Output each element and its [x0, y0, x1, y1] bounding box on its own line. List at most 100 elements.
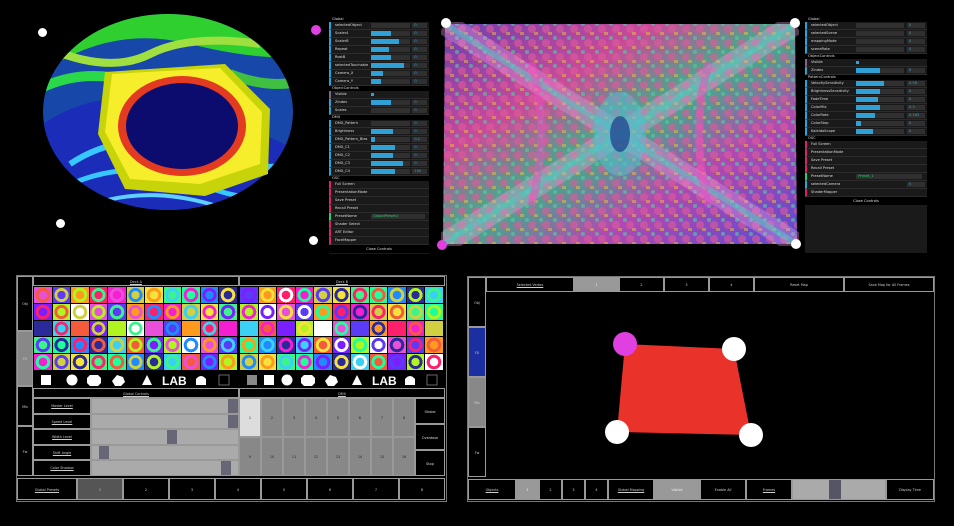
gui-number-field[interactable]: 0 [412, 63, 427, 68]
gui-number-field[interactable]: 0 [412, 145, 427, 150]
gui-row[interactable]: BrightnessSensitivity 0 [805, 88, 927, 96]
pattern-thumbnail[interactable] [52, 354, 71, 370]
gui-slider[interactable] [371, 100, 411, 105]
object-button-2[interactable]: 2 [539, 479, 562, 500]
pattern-thumbnail[interactable] [388, 354, 406, 370]
gui-number-field[interactable]: 0 [412, 31, 427, 36]
gui-row[interactable]: DMX_Pattern 0 [329, 120, 429, 128]
gui-row[interactable]: selectedObject 0 [805, 22, 927, 30]
pattern-thumbnail[interactable] [369, 303, 388, 320]
gui-row[interactable]: Full Screen [805, 141, 927, 149]
pattern-thumbnail[interactable] [277, 320, 295, 337]
pattern-thumbnail[interactable] [89, 303, 108, 320]
corner-handle[interactable] [441, 18, 451, 28]
quad-map[interactable] [486, 292, 934, 477]
pattern-thumbnail[interactable] [89, 354, 108, 370]
gui-row[interactable]: PresetName Preset_1 [805, 173, 927, 181]
pattern-thumbnail[interactable] [34, 337, 52, 354]
preset-button[interactable]: 6 [307, 478, 353, 500]
gui-checkbox[interactable] [371, 93, 375, 96]
pattern-thumbnail[interactable] [126, 287, 145, 303]
pattern-thumbnail[interactable] [388, 337, 406, 354]
object-button-3[interactable]: 3 [562, 479, 585, 500]
gui-row[interactable]: Visible [329, 91, 429, 99]
gui-number-field[interactable]: 0 [412, 108, 427, 113]
gui-slider[interactable] [371, 31, 411, 36]
pattern-thumbnail[interactable] [314, 354, 332, 370]
pattern-thumbnail[interactable] [314, 320, 332, 337]
gui-row[interactable]: Zindex 0 [805, 67, 927, 75]
pattern-thumbnail[interactable] [258, 320, 277, 337]
dmx-channel-button[interactable]: 4 [305, 398, 327, 437]
pattern-thumbnail[interactable] [219, 354, 237, 370]
gui-slider[interactable] [856, 47, 905, 52]
pattern-thumbnail[interactable] [332, 337, 351, 354]
pattern-thumbnail[interactable] [89, 320, 108, 337]
pattern-thumbnail[interactable] [145, 287, 163, 303]
shape-mask-row[interactable]: LAB [240, 373, 444, 388]
pattern-thumbnail[interactable] [108, 354, 126, 370]
gui-row[interactable]: ART Editor [329, 229, 429, 237]
gui-slider[interactable] [856, 68, 905, 73]
gui-text-field[interactable]: GlobalPreset1 [371, 214, 426, 219]
pattern-thumbnail[interactable] [277, 354, 295, 370]
gui-slider[interactable] [371, 137, 411, 142]
pattern-thumbnail[interactable] [406, 354, 425, 370]
corner-handle[interactable] [56, 219, 65, 228]
corner-handle[interactable] [311, 25, 321, 35]
pattern-thumbnail[interactable] [369, 337, 388, 354]
pattern-thumbnail[interactable] [240, 303, 258, 320]
display-time-button[interactable]: Display Time [886, 479, 934, 500]
mapping-canvas[interactable] [486, 292, 934, 477]
gui-slider[interactable] [371, 39, 411, 44]
visible-toggle[interactable]: Visible [654, 479, 700, 500]
gui-number-field[interactable]: 0.1 [412, 137, 427, 142]
gui-row[interactable]: Scaler4 0 [329, 30, 429, 38]
pattern-thumbnail[interactable] [295, 303, 314, 320]
gui-slider[interactable] [371, 71, 411, 76]
pattern-thumbnail[interactable] [332, 354, 351, 370]
preset-button[interactable]: 7 [353, 478, 399, 500]
global-control-slider[interactable] [91, 460, 239, 476]
gui-row[interactable]: Recall Preset [329, 205, 429, 213]
slider-knob[interactable] [228, 399, 238, 413]
pattern-thumbnail[interactable] [108, 303, 126, 320]
pattern-thumbnail[interactable] [71, 337, 89, 354]
pattern-thumbnail[interactable] [388, 287, 406, 303]
enable-all-button[interactable]: Enable All [700, 479, 746, 500]
gui-row[interactable]: ShaderMapper [805, 189, 927, 197]
pattern-thumbnail[interactable] [388, 320, 406, 337]
pattern-thumbnail[interactable] [369, 287, 388, 303]
pattern-thumbnail[interactable] [332, 320, 351, 337]
gui-slider[interactable] [856, 31, 905, 36]
side-tab[interactable]: Mix [468, 377, 486, 427]
pattern-thumbnail[interactable] [163, 320, 182, 337]
gui-number-field[interactable]: 0.165 [907, 113, 925, 118]
gui-row[interactable]: Camera_X 0 [329, 70, 429, 78]
gui-text-field[interactable]: Preset_1 [856, 174, 923, 179]
gui-slider[interactable] [856, 105, 905, 110]
pattern-thumbnail[interactable] [182, 337, 200, 354]
gui-row[interactable]: PresentationMode [805, 149, 927, 157]
gui-row[interactable]: selectedCamera 0 [805, 181, 927, 189]
pattern-thumbnail[interactable] [406, 337, 425, 354]
pattern-thumbnail[interactable] [145, 337, 163, 354]
gui-number-field[interactable]: 0 [907, 182, 925, 187]
pattern-thumbnail[interactable] [240, 337, 258, 354]
gui-row[interactable]: sceneRate 0 [805, 46, 927, 54]
dmx-channel-button[interactable]: 10 [261, 437, 283, 476]
gui-number-field[interactable]: 0 [412, 129, 427, 134]
pattern-thumbnail[interactable] [200, 320, 219, 337]
dmx-channel-button[interactable]: 6 [349, 398, 371, 437]
global-control-slider[interactable] [91, 444, 239, 461]
preset-button[interactable]: 5 [261, 478, 307, 500]
gui-slider[interactable] [371, 121, 411, 126]
pattern-thumbnail[interactable] [258, 354, 277, 370]
gui-slider[interactable] [856, 81, 905, 86]
slider-knob[interactable] [166, 430, 177, 444]
vertex-handle[interactable] [613, 332, 637, 356]
gui-number-field[interactable]: 0.58 [907, 81, 925, 86]
pattern-thumbnail[interactable] [182, 354, 200, 370]
pattern-thumbnail[interactable] [126, 303, 145, 320]
gui-row[interactable]: Save Preset [805, 157, 927, 165]
